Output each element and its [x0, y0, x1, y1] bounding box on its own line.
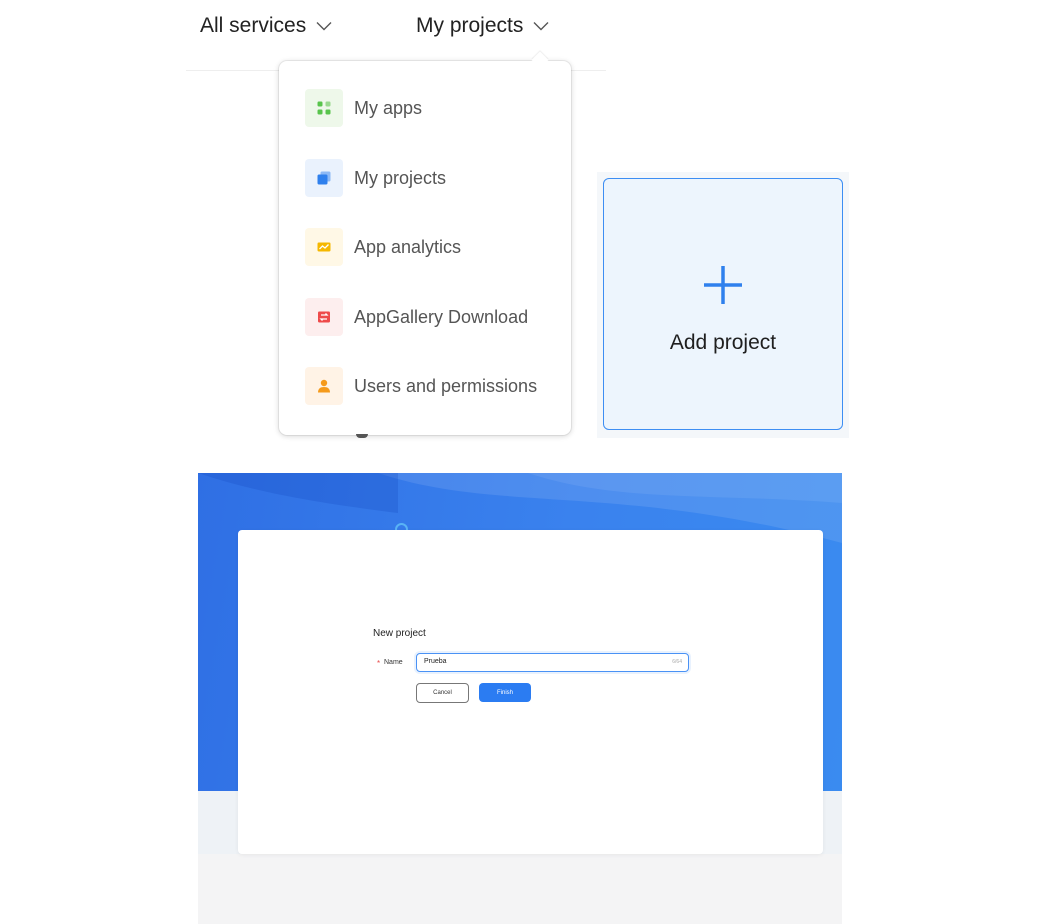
menu-item-label: My apps — [354, 97, 423, 118]
apps-grid-icon — [305, 89, 343, 127]
menu-item-my-projects[interactable]: My projects — [305, 159, 446, 197]
project-name-value: Prueba — [424, 658, 447, 665]
cancel-button[interactable]: Cancel — [416, 683, 469, 703]
menu-item-label: App analytics — [354, 236, 462, 257]
nav-all-services[interactable]: All services — [200, 14, 332, 38]
user-icon — [305, 367, 343, 405]
chevron-down-icon — [316, 21, 332, 31]
menu-item-app-analytics[interactable]: App analytics — [305, 228, 461, 266]
plus-icon — [702, 264, 744, 306]
menu-item-users-permissions[interactable]: Users and permissions — [305, 367, 537, 405]
chevron-down-icon — [533, 21, 549, 31]
character-count: 6/64 — [672, 659, 682, 665]
finish-button[interactable]: Finish — [479, 683, 531, 702]
menu-item-my-apps[interactable]: My apps — [305, 89, 422, 127]
my-projects-dropdown: My apps My projects App analytics AppGal… — [279, 61, 571, 435]
new-project-screen: New project * Name Prueba 6/64 Cancel Fi… — [198, 473, 842, 924]
menu-item-label: My projects — [354, 167, 447, 188]
menu-item-label: Users and permissions — [354, 375, 538, 396]
download-icon — [305, 298, 343, 336]
add-project-card[interactable]: Add project — [603, 178, 843, 430]
menu-item-label: AppGallery Download — [354, 306, 529, 327]
name-label: Name — [384, 659, 403, 666]
nav-all-services-label: All services — [200, 14, 307, 37]
nav-my-projects-label: My projects — [416, 14, 524, 37]
new-project-dialog: New project * Name Prueba 6/64 Cancel Fi… — [238, 530, 823, 854]
add-project-area: Add project — [597, 172, 849, 438]
projects-icon — [305, 159, 343, 197]
nav-my-projects[interactable]: My projects — [416, 14, 549, 38]
menu-item-appgallery-download[interactable]: AppGallery Download — [305, 298, 528, 336]
project-name-input[interactable]: Prueba 6/64 — [416, 653, 689, 672]
dialog-title: New project — [373, 628, 426, 639]
partial-hidden-element — [356, 434, 368, 438]
analytics-icon — [305, 228, 343, 266]
add-project-label: Add project — [669, 331, 777, 354]
required-indicator: * — [377, 659, 381, 668]
